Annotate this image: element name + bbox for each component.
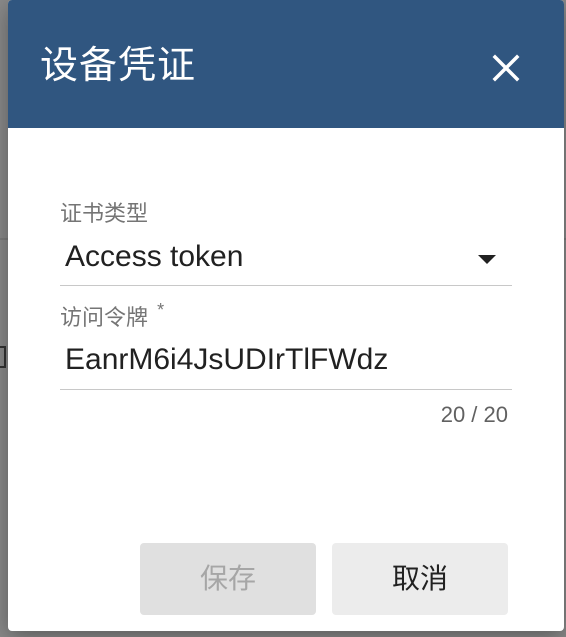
close-button[interactable] — [484, 46, 528, 90]
character-counter: 20 / 20 — [440, 402, 508, 427]
backdrop-edge-icon — [0, 346, 6, 368]
credential-type-label: 证书类型 — [60, 201, 149, 226]
credential-type-select[interactable]: 证书类型 Access token — [60, 196, 512, 288]
cancel-button[interactable]: 取消 — [332, 543, 508, 615]
access-token-label: 访问令牌 * — [60, 300, 164, 332]
device-credentials-dialog: 设备凭证 证书类型 Access token 访问令牌 * EanrM6i4Js… — [8, 0, 564, 631]
credential-type-underline — [60, 285, 512, 286]
required-mark: * — [157, 300, 165, 320]
save-button[interactable]: 保存 — [140, 543, 316, 615]
dialog-title: 设备凭证 — [40, 45, 197, 87]
close-icon — [492, 54, 520, 82]
access-token-underline — [60, 389, 512, 390]
dropdown-arrow-icon[interactable] — [478, 255, 496, 264]
access-token-field[interactable]: 访问令牌 * EanrM6i4JsUDIrTlFWdz 20 / 20 — [60, 300, 512, 430]
access-token-input[interactable]: EanrM6i4JsUDIrTlFWdz — [65, 343, 388, 377]
access-token-label-text: 访问令牌 — [60, 305, 149, 330]
credential-type-value: Access token — [65, 240, 244, 273]
dialog-header: 设备凭证 — [8, 0, 564, 128]
